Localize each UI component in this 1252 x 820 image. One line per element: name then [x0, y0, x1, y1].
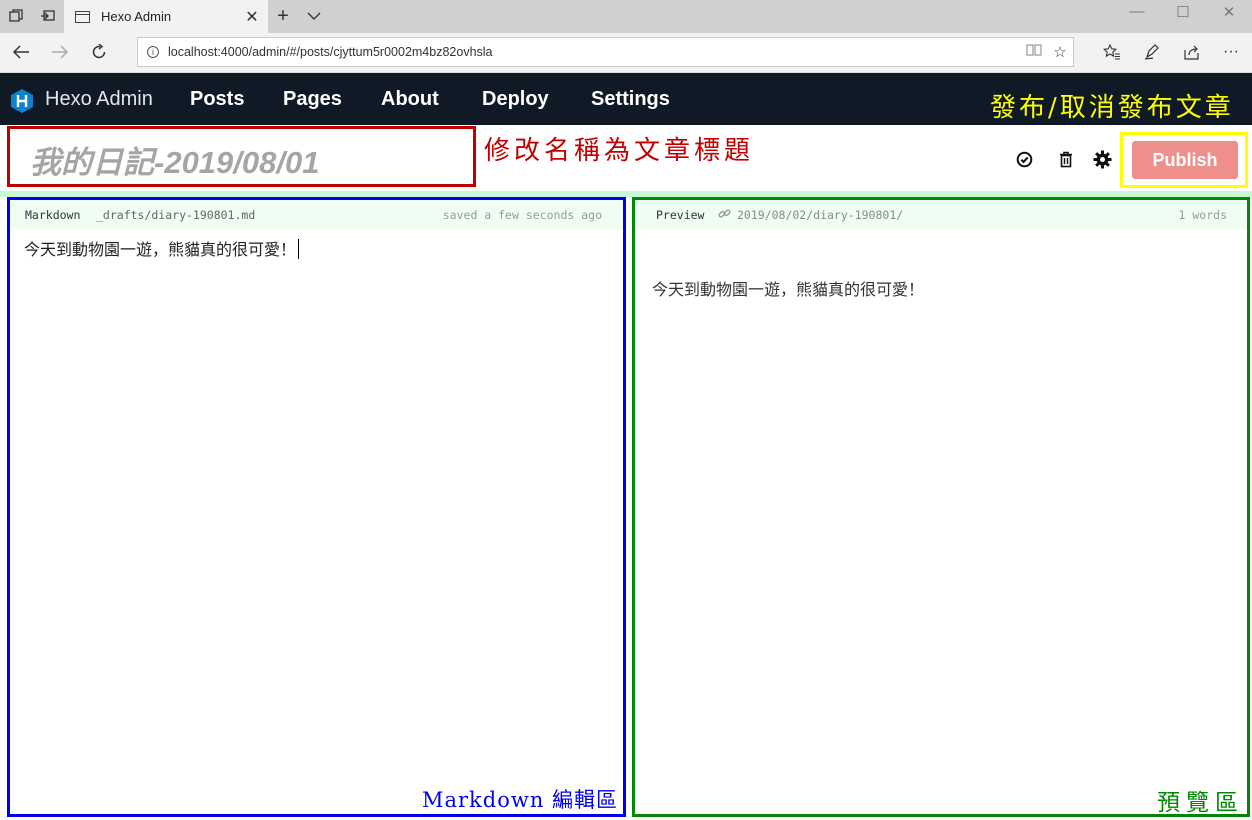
forward-icon[interactable]: [47, 40, 73, 64]
address-row: i localhost:4000/admin/#/posts/cjyttum5r…: [0, 33, 1252, 73]
preview-header: Preview 2019/08/02/diary-190801/ 1 words: [635, 200, 1247, 229]
new-tab-icon[interactable]: +: [273, 5, 293, 27]
publish-annotation: 發布/取消發布文章: [990, 93, 1234, 123]
publish-button[interactable]: Publish: [1132, 141, 1238, 179]
set-aside-icon[interactable]: [37, 6, 57, 26]
tab-title: Hexo Admin: [101, 9, 172, 24]
nav-posts[interactable]: Posts: [190, 88, 244, 111]
trash-icon[interactable]: [1056, 149, 1076, 169]
refresh-icon[interactable]: [86, 40, 112, 64]
browser-tab-bar: Hexo Admin ✕ + — ☐ ✕: [0, 0, 1252, 33]
share-icon[interactable]: [1177, 40, 1207, 64]
markdown-editor-pane: Markdown _drafts/diary-190801.md saved a…: [7, 197, 626, 817]
address-bar[interactable]: i localhost:4000/admin/#/posts/cjyttum5r…: [137, 37, 1074, 67]
url-text[interactable]: localhost:4000/admin/#/posts/cjyttum5r00…: [168, 45, 1021, 59]
nav-about[interactable]: About: [381, 88, 439, 111]
editor-mode-label: Markdown: [25, 208, 81, 222]
info-icon[interactable]: i: [147, 46, 159, 58]
publish-highlight-box: Publish: [1120, 132, 1248, 188]
editor-save-status: saved a few seconds ago: [442, 208, 602, 222]
chevron-down-icon[interactable]: [304, 6, 324, 26]
preview-annotation: 預覽區: [1157, 790, 1244, 816]
reading-view-icon[interactable]: [1021, 43, 1047, 61]
pen-icon[interactable]: [1137, 40, 1167, 64]
nav-deploy[interactable]: Deploy: [482, 88, 549, 111]
nav-settings[interactable]: Settings: [591, 88, 670, 111]
word-count: 1 words: [1178, 208, 1227, 222]
back-icon[interactable]: [8, 40, 34, 64]
gear-icon[interactable]: [1092, 149, 1112, 169]
favorites-hub-icon[interactable]: [1097, 40, 1127, 64]
page-icon: [75, 10, 90, 23]
favorite-icon[interactable]: ☆: [1047, 43, 1073, 61]
app-navbar: Hexo Admin Posts Pages About Deploy Sett…: [0, 73, 1252, 125]
browser-tab[interactable]: Hexo Admin ✕: [64, 0, 268, 33]
editor-content: 今天到動物園一遊，熊貓真的很可愛！: [24, 240, 297, 259]
link-icon: [718, 207, 731, 223]
preview-content: 今天到動物園一遊，熊貓真的很可愛！: [652, 280, 925, 299]
editor-file-path: _drafts/diary-190801.md: [96, 208, 256, 222]
title-row: 修改名稱為文章標題 Publish: [0, 125, 1252, 191]
nav-pages[interactable]: Pages: [283, 88, 342, 111]
editor-header: Markdown _drafts/diary-190801.md saved a…: [10, 200, 623, 229]
window-close-button[interactable]: ✕: [1206, 3, 1252, 21]
preview-pane: Preview 2019/08/02/diary-190801/ 1 words…: [632, 197, 1250, 817]
tab-actions-icon[interactable]: [6, 6, 26, 26]
minimize-button[interactable]: —: [1114, 3, 1160, 20]
maximize-button[interactable]: ☐: [1160, 3, 1206, 21]
hexo-logo-icon[interactable]: [11, 89, 33, 113]
editor-annotation: Markdown 編輯區: [422, 788, 619, 812]
check-circle-icon[interactable]: [1014, 149, 1034, 169]
more-icon[interactable]: ···: [1216, 40, 1246, 64]
markdown-textarea[interactable]: 今天到動物園一遊，熊貓真的很可愛！: [24, 236, 300, 260]
title-highlight-box: [7, 126, 476, 187]
close-icon[interactable]: ✕: [242, 7, 262, 27]
title-annotation: 修改名稱為文章標題: [484, 136, 755, 166]
preview-label: Preview: [656, 208, 705, 222]
post-title-input[interactable]: [30, 141, 470, 177]
preview-permalink[interactable]: 2019/08/02/diary-190801/: [737, 208, 903, 222]
text-cursor: [298, 239, 300, 259]
brand-name[interactable]: Hexo Admin: [45, 88, 153, 111]
